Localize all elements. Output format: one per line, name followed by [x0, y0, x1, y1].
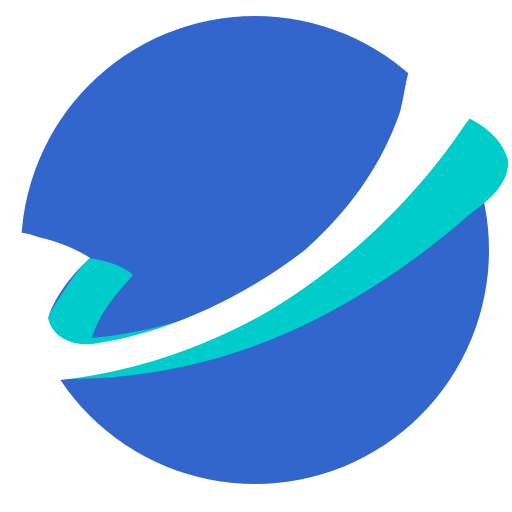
app-icon-canvas — [0, 0, 512, 512]
planet-ring-logo-icon — [0, 0, 512, 512]
